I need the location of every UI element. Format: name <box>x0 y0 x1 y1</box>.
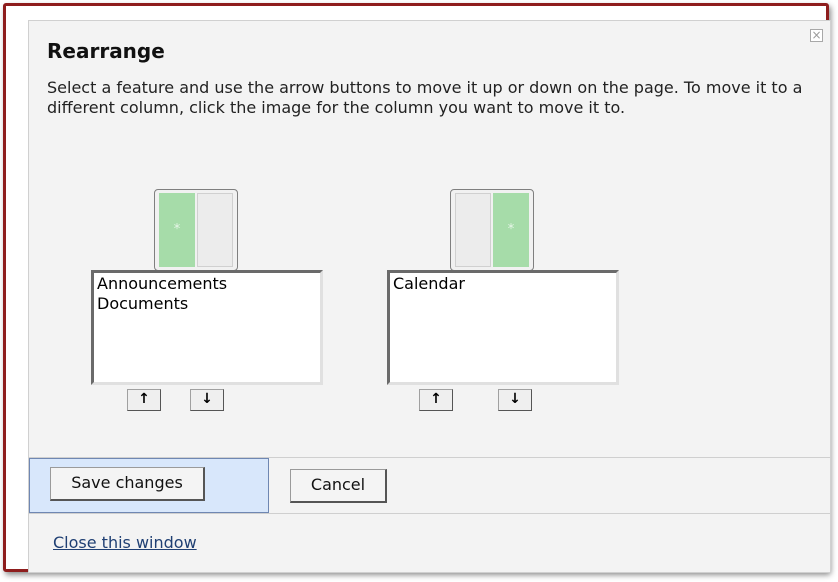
arrow-up-icon: ↑ <box>430 391 442 407</box>
unselected-column-pane <box>455 193 491 267</box>
selected-column-pane: * <box>493 193 529 267</box>
close-icon[interactable]: × <box>810 29 823 42</box>
arrow-up-icon: ↑ <box>138 391 150 407</box>
right-move-down-button[interactable]: ↓ <box>498 389 532 411</box>
close-window-link[interactable]: Close this window <box>53 533 197 552</box>
arrow-down-icon: ↓ <box>201 391 213 407</box>
right-move-up-button[interactable]: ↑ <box>419 389 453 411</box>
arrow-down-icon: ↓ <box>509 391 521 407</box>
save-button[interactable]: Save changes <box>50 467 205 501</box>
dialog-title: Rearrange <box>47 39 165 63</box>
left-move-down-button[interactable]: ↓ <box>190 389 224 411</box>
cancel-button[interactable]: Cancel <box>290 469 387 503</box>
list-item[interactable]: Calendar <box>393 274 613 294</box>
list-item[interactable]: Announcements <box>97 274 317 294</box>
unselected-column-pane <box>197 193 233 267</box>
instructions-text: Select a feature and use the arrow butto… <box>47 78 803 117</box>
right-column-image[interactable]: * <box>450 189 534 271</box>
list-item[interactable]: Documents <box>97 294 317 314</box>
footer-divider-bottom <box>29 513 830 514</box>
right-column-listbox[interactable]: Calendar <box>387 270 619 385</box>
left-column-image[interactable]: * <box>154 189 238 271</box>
left-move-up-button[interactable]: ↑ <box>127 389 161 411</box>
rearrange-dialog: × Rearrange Select a feature and use the… <box>28 20 831 573</box>
selected-column-pane: * <box>159 193 195 267</box>
left-column-listbox[interactable]: Announcements Documents <box>91 270 323 385</box>
